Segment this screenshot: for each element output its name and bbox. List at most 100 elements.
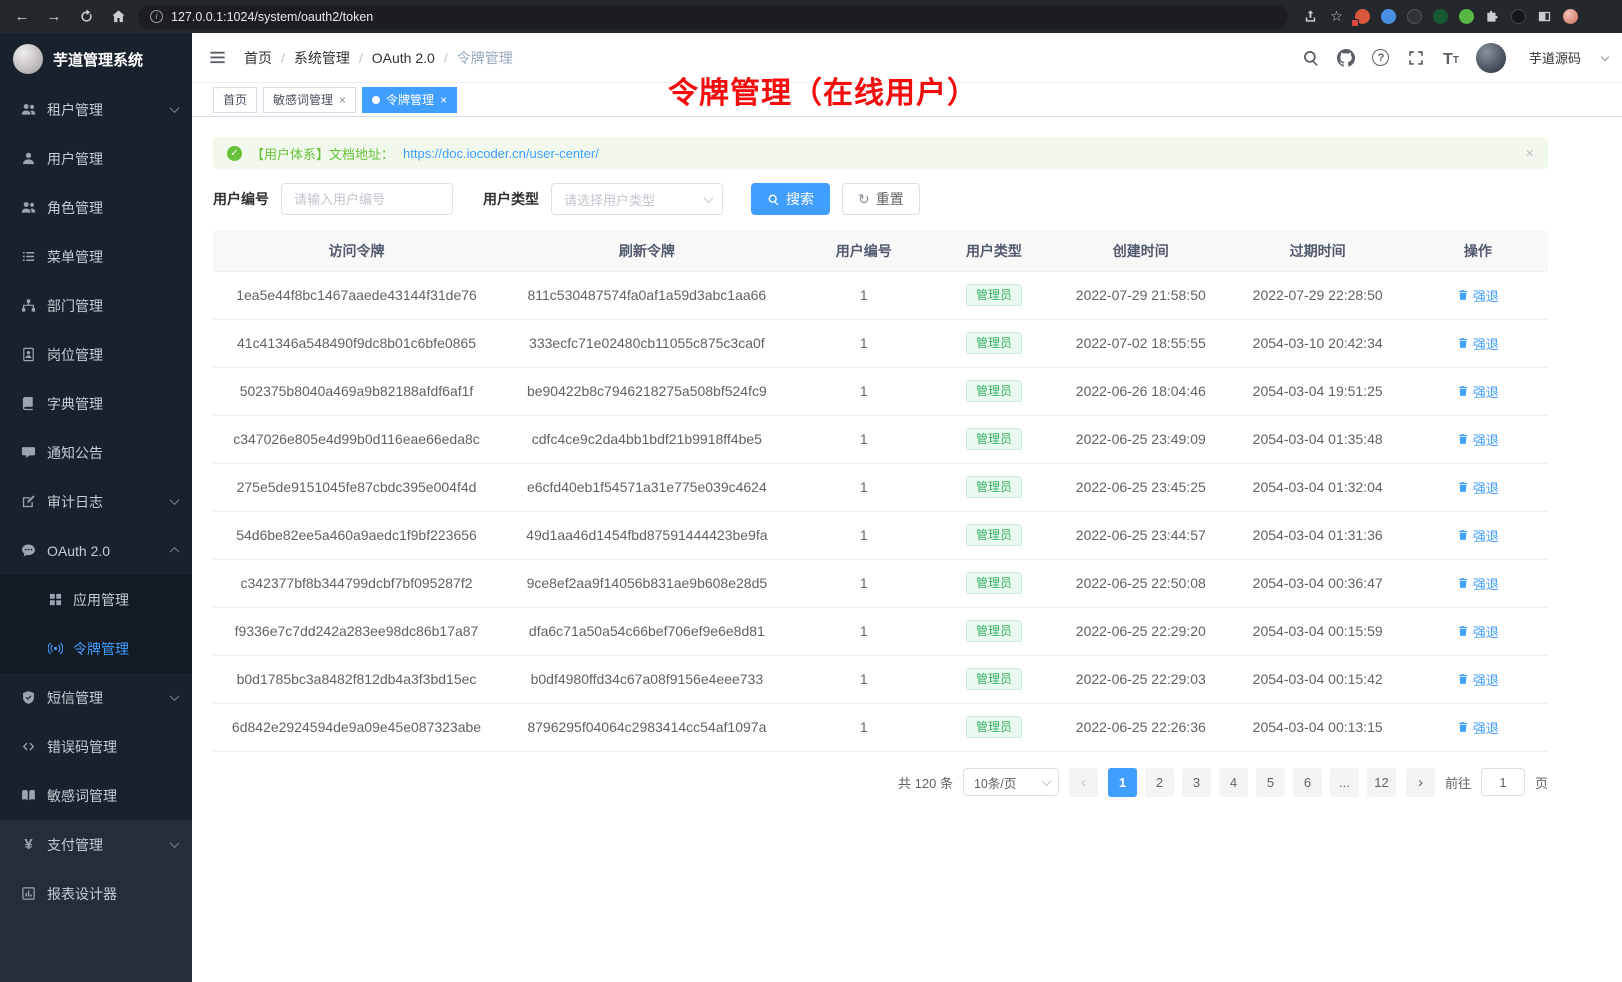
user-id-input[interactable] <box>281 183 453 215</box>
goto-page-input[interactable] <box>1481 768 1525 796</box>
sidebar-item-dict[interactable]: 字典管理 <box>0 379 192 428</box>
sidebar-item-post[interactable]: 岗位管理 <box>0 330 192 379</box>
sidebar-item-error-code[interactable]: 错误码管理 <box>0 722 192 771</box>
search-button[interactable]: 搜索 <box>751 183 830 215</box>
extensions-puzzle-icon[interactable] <box>1484 8 1501 25</box>
success-check-icon: ✓ <box>227 146 242 161</box>
sidebar-item-tenant[interactable]: 租户管理 <box>0 85 192 134</box>
extension-icon[interactable] <box>1458 8 1475 25</box>
pager-page-12-button[interactable]: 12 <box>1367 768 1396 797</box>
sidebar-item-oauth-token[interactable]: 令牌管理 <box>0 624 192 673</box>
close-icon[interactable]: × <box>440 94 447 106</box>
breadcrumb-item[interactable]: 首页 <box>244 48 272 68</box>
refresh-token-cell: dfa6c71a50a54c66bef706ef9e6e8d81 <box>500 607 794 655</box>
breadcrumb-separator: / <box>281 50 285 66</box>
force-logout-button[interactable]: 强退 <box>1457 286 1499 305</box>
sidebar-item-audit-log[interactable]: 审计日志 <box>0 477 192 526</box>
pager-prev-button[interactable]: ‹ <box>1069 768 1098 797</box>
reset-button[interactable]: ↻ 重置 <box>842 183 920 215</box>
force-logout-button[interactable]: 强退 <box>1457 574 1499 593</box>
username[interactable]: 芋道源码 <box>1529 48 1581 67</box>
tab-token[interactable]: 令牌管理 × <box>362 87 457 113</box>
pager-page-5-button[interactable]: 5 <box>1256 768 1285 797</box>
menu-label: 错误码管理 <box>47 737 178 757</box>
table-row: b0d1785bc3a8482f812db4a3f3bd15ec b0df498… <box>213 655 1548 703</box>
user-id-cell: 1 <box>794 319 934 367</box>
pager-page-3-button[interactable]: 3 <box>1182 768 1211 797</box>
force-logout-button[interactable]: 强退 <box>1457 670 1499 689</box>
sidebar-item-sms[interactable]: 短信管理 <box>0 673 192 722</box>
force-logout-button[interactable]: 强退 <box>1457 622 1499 641</box>
menu-fold-icon[interactable] <box>208 48 228 68</box>
sidebar-item-report-designer[interactable]: 报表设计器 <box>0 869 192 918</box>
active-tab-dot <box>372 96 380 104</box>
expire-time-cell: 2054-03-04 00:15:42 <box>1228 655 1408 703</box>
sidebar-item-dept[interactable]: 部门管理 <box>0 281 192 330</box>
search-icon[interactable] <box>1301 48 1321 68</box>
github-icon[interactable] <box>1336 48 1356 68</box>
breadcrumb-item[interactable]: OAuth 2.0 <box>372 50 435 66</box>
page-size-select[interactable]: 10条/页 <box>963 768 1059 796</box>
sidebar-item-oauth2[interactable]: OAuth 2.0 <box>0 526 192 575</box>
extension-icon[interactable] <box>1354 8 1371 25</box>
user-avatar[interactable] <box>1476 43 1506 73</box>
extension-icon[interactable] <box>1432 8 1449 25</box>
user-type-select[interactable]: 请选择用户类型 <box>551 183 723 215</box>
sidebar-item-notice[interactable]: 通知公告 <box>0 428 192 477</box>
user-id-cell: 1 <box>794 703 934 751</box>
share-icon[interactable] <box>1302 8 1319 25</box>
pager-more-button[interactable]: ... <box>1330 768 1359 797</box>
fullscreen-icon[interactable] <box>1406 48 1426 68</box>
pager-next-button[interactable]: › <box>1406 768 1435 797</box>
sidebar-item-oauth-app[interactable]: 应用管理 <box>0 575 192 624</box>
browser-back-button[interactable]: ← <box>10 5 34 29</box>
sidebar-item-role[interactable]: 角色管理 <box>0 183 192 232</box>
alert-close-icon[interactable]: × <box>1525 145 1534 162</box>
help-icon[interactable]: ? <box>1371 48 1391 68</box>
token-table-body: 1ea5e44f8bc1467aaede43144f31de76 811c530… <box>213 271 1548 751</box>
force-logout-button[interactable]: 强退 <box>1457 718 1499 737</box>
menu-label: 敏感词管理 <box>47 786 178 806</box>
close-icon[interactable]: × <box>339 94 346 106</box>
force-logout-button[interactable]: 强退 <box>1457 526 1499 545</box>
pager-page-1-button[interactable]: 1 <box>1108 768 1137 797</box>
force-logout-button[interactable]: 强退 <box>1457 430 1499 449</box>
expire-time-cell: 2054-03-04 00:13:15 <box>1228 703 1408 751</box>
bookmark-star-icon[interactable]: ☆ <box>1328 8 1345 25</box>
side-panel-icon[interactable] <box>1536 8 1553 25</box>
access-token-cell: 41c41346a548490f9dc8b01c6bfe0865 <box>213 319 500 367</box>
access-token-cell: 1ea5e44f8bc1467aaede43144f31de76 <box>213 271 500 319</box>
menu-label: 岗位管理 <box>47 345 178 365</box>
site-info-icon[interactable]: i <box>150 10 163 23</box>
sidebar-item-menu[interactable]: 菜单管理 <box>0 232 192 281</box>
tab-sensitive-word[interactable]: 敏感词管理 × <box>263 87 356 113</box>
browser-home-button[interactable] <box>106 5 130 29</box>
extension-icon[interactable] <box>1510 8 1527 25</box>
profile-avatar-icon[interactable] <box>1562 8 1579 25</box>
force-logout-button[interactable]: 强退 <box>1457 334 1499 353</box>
table-row: c342377bf8b344799dcbf7bf095287f2 9ce8ef2… <box>213 559 1548 607</box>
force-logout-button[interactable]: 强退 <box>1457 478 1499 497</box>
browser-reload-button[interactable] <box>74 5 98 29</box>
pager-page-6-button[interactable]: 6 <box>1293 768 1322 797</box>
extension-icon[interactable] <box>1406 8 1423 25</box>
doc-link[interactable]: https://doc.iocoder.cn/user-center/ <box>403 146 599 161</box>
sidebar-item-sensitive-word[interactable]: 敏感词管理 <box>0 771 192 820</box>
force-logout-button[interactable]: 强退 <box>1457 382 1499 401</box>
user-type-cell: 管理员 <box>934 511 1054 559</box>
address-bar[interactable]: i 127.0.0.1:1024/system/oauth2/token <box>138 5 1288 29</box>
menu-label: 审计日志 <box>47 492 171 512</box>
breadcrumb-item[interactable]: 系统管理 <box>294 48 350 68</box>
create-time-cell: 2022-06-26 18:04:46 <box>1054 367 1228 415</box>
sidebar-item-pay[interactable]: ¥ 支付管理 <box>0 820 192 869</box>
action-cell: 强退 <box>1408 607 1548 655</box>
trash-icon <box>1457 385 1469 397</box>
browser-forward-button[interactable]: → <box>42 5 66 29</box>
pager-page-4-button[interactable]: 4 <box>1219 768 1248 797</box>
font-size-icon[interactable]: TT <box>1441 48 1461 68</box>
extension-icon[interactable] <box>1380 8 1397 25</box>
tab-home[interactable]: 首页 <box>213 87 257 113</box>
code-icon <box>20 738 37 755</box>
sidebar-item-user[interactable]: 用户管理 <box>0 134 192 183</box>
pager-page-2-button[interactable]: 2 <box>1145 768 1174 797</box>
